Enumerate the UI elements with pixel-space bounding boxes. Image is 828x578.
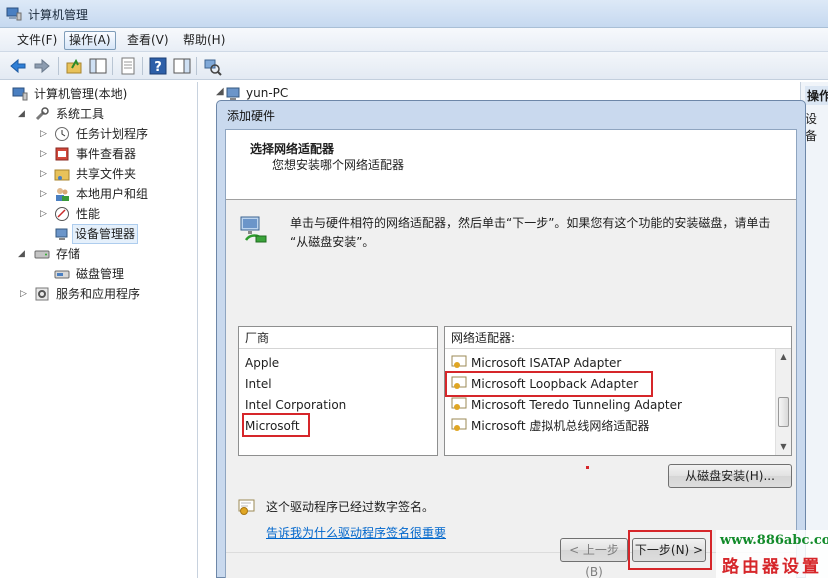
shared-folder-icon [54, 169, 70, 181]
watermark-text: 路由器设置 [722, 557, 822, 577]
manufacturer-item[interactable]: Intel [245, 374, 272, 394]
services-icon [35, 287, 49, 301]
highlight-box [242, 413, 310, 437]
window-titlebar: 计算机管理 [0, 0, 828, 28]
wizard-header-title: 选择网络适配器 [250, 142, 335, 156]
expand-arrow-icon[interactable]: ▷ [40, 184, 50, 204]
back-button[interactable]: < 上一步(B) [560, 538, 628, 578]
storage-icon [34, 250, 50, 259]
add-hardware-dialog: 添加硬件 选择网络适配器 您想安装哪个网络适配器 单击与硬件相符的网络适配器，然… [216, 100, 806, 578]
scroll-down-icon[interactable]: ▼ [776, 439, 791, 455]
manufacturer-list[interactable]: 厂商 Apple Intel Intel Corporation Microso… [238, 326, 438, 456]
certificate-icon [451, 418, 467, 431]
collapse-arrow-icon[interactable]: ◢ [18, 104, 28, 124]
wizard-header: 选择网络适配器 您想安装哪个网络适配器 [226, 130, 796, 200]
toolbar-separator [142, 57, 143, 75]
adapter-list-header: 网络适配器: [445, 327, 791, 349]
instruction-text: 单击与硬件相符的网络适配器，然后单击“下一步”。如果您有这个功能的安装磁盘，请单… [290, 214, 790, 252]
dialog-client-area: 选择网络适配器 您想安装哪个网络适配器 单击与硬件相符的网络适配器，然后单击“下… [225, 129, 797, 578]
highlight-box [628, 530, 712, 570]
menu-help[interactable]: 帮助(H) [178, 31, 230, 50]
manufacturer-item[interactable]: Intel Corporation [245, 395, 346, 415]
properties-icon[interactable] [118, 56, 138, 76]
collapse-arrow-icon[interactable]: ◢ [216, 86, 224, 97]
manufacturer-list-header: 厂商 [239, 327, 437, 349]
actions-item-device[interactable]: 设备 [805, 110, 828, 144]
highlight-box [445, 371, 653, 397]
adapter-item[interactable]: Microsoft 虚拟机总线网络适配器 [451, 416, 649, 436]
toolbar-separator [196, 57, 197, 75]
certificate-icon [451, 397, 467, 410]
toolbar: ? [0, 52, 828, 80]
computer-name: yun-PC [246, 86, 289, 100]
red-mark [586, 466, 589, 469]
computer-management-icon [12, 87, 28, 101]
signing-info-link[interactable]: 告诉我为什么驱动程序签名很重要 [266, 524, 446, 541]
clock-icon [55, 127, 69, 141]
toolbar-separator [58, 57, 59, 75]
expand-arrow-icon[interactable]: ▷ [40, 144, 50, 164]
wizard-header-subtitle: 您想安装哪个网络适配器 [272, 158, 405, 172]
show-tree-icon[interactable] [88, 56, 108, 76]
device-manager-icon [55, 228, 68, 240]
scroll-up-icon[interactable]: ▲ [776, 349, 791, 365]
manufacturer-item[interactable]: Apple [245, 353, 279, 373]
expand-arrow-icon[interactable]: ▷ [40, 124, 50, 144]
up-folder-icon[interactable] [64, 56, 84, 76]
forward-arrow-icon[interactable] [32, 56, 52, 76]
instruction-line: 单击与硬件相符的网络适配器，然后单击“下一步”。如果您有这个功能的安装磁盘，请单… [290, 216, 771, 230]
watermark: www.886abc.com 路由器设置 [716, 530, 828, 578]
expand-arrow-icon[interactable]: ▷ [20, 284, 30, 304]
instruction-line: “从磁盘安装”。 [290, 235, 375, 249]
adapter-item[interactable]: Microsoft ISATAP Adapter [451, 353, 621, 373]
have-disk-button[interactable]: 从磁盘安装(H)... [668, 464, 792, 488]
scan-hardware-icon[interactable] [202, 56, 222, 76]
adapter-list-scrollbar[interactable]: ▲ ▼ [775, 349, 791, 455]
signed-driver-icon [238, 499, 255, 515]
performance-icon [55, 207, 69, 221]
panel-icon[interactable] [172, 56, 192, 76]
watermark-url: www.886abc.com [720, 533, 828, 548]
network-adapter-list[interactable]: 网络适配器: Microsoft ISATAP Adapter Microsof… [444, 326, 792, 456]
disk-icon [54, 270, 70, 279]
menu-file[interactable]: 文件(F) [12, 31, 62, 50]
expand-arrow-icon[interactable]: ▷ [40, 204, 50, 224]
window-title: 计算机管理 [28, 8, 89, 22]
back-arrow-icon[interactable] [8, 56, 28, 76]
tools-icon [35, 107, 49, 121]
adapter-item-label: Microsoft Teredo Tunneling Adapter [471, 398, 682, 412]
signed-driver-text: 这个驱动程序已经过数字签名。 [266, 500, 435, 514]
event-viewer-icon [55, 147, 69, 161]
menu-bar: 文件(F) 操作(A) 查看(V) 帮助(H) [0, 28, 828, 52]
expand-arrow-icon[interactable]: ▷ [40, 164, 50, 184]
help-icon[interactable]: ? [148, 56, 168, 76]
menu-view[interactable]: 查看(V) [122, 31, 174, 50]
toolbar-separator [112, 57, 113, 75]
menu-action[interactable]: 操作(A) [64, 31, 116, 50]
computer-management-icon [6, 7, 22, 21]
users-icon [56, 188, 69, 201]
actions-header: 操作 [805, 86, 828, 105]
adapter-item[interactable]: Microsoft Teredo Tunneling Adapter [451, 395, 682, 415]
svg-text:?: ? [154, 60, 162, 75]
collapse-arrow-icon[interactable]: ◢ [18, 244, 28, 264]
dialog-title: 添加硬件 [227, 109, 276, 123]
network-adapter-icon [240, 216, 267, 243]
adapter-item-label: Microsoft ISATAP Adapter [471, 356, 622, 370]
navigation-tree: 计算机管理(本地) ◢ 系统工具 ▷ 任务计划程序 ▷ 事件查看器 ▷ 共享文件… [4, 82, 198, 578]
certificate-icon [451, 355, 467, 368]
scrollbar-thumb[interactable] [778, 397, 789, 427]
adapter-item-label: Microsoft 虚拟机总线网络适配器 [471, 419, 650, 433]
